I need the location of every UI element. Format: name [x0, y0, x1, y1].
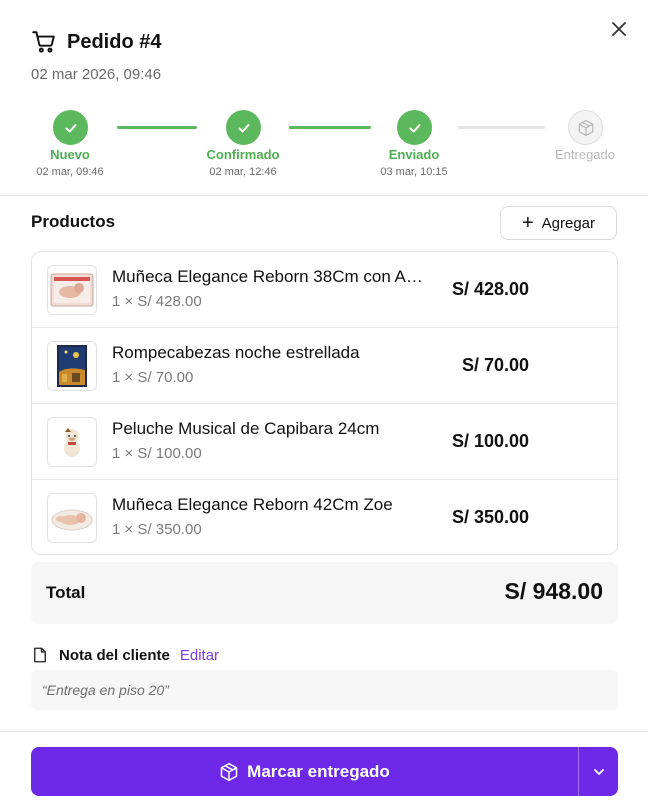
- step-connector: [458, 126, 545, 129]
- step-nuevo-circle: [53, 110, 88, 145]
- step-confirmado-circle: [226, 110, 261, 145]
- product-row[interactable]: Rompecabezas noche estrellada 1 × S/ 70.…: [32, 328, 617, 404]
- step-enviado-circle: [397, 110, 432, 145]
- step-time: 02 mar, 12:46: [209, 166, 277, 178]
- check-icon: [65, 123, 76, 132]
- product-name: Muñeca Elegance Reborn 38Cm con Accesori…: [112, 267, 428, 286]
- step-time: 02 mar, 09:46: [36, 166, 104, 178]
- mark-delivered-label: Marcar entregado: [247, 761, 390, 781]
- modal-header: Pedido #4: [31, 29, 161, 55]
- add-product-button[interactable]: + Agregar: [500, 206, 617, 240]
- doll-icon: [47, 493, 97, 543]
- add-product-label: Agregar: [541, 214, 596, 232]
- note-text: “Entrega en piso 20”: [42, 682, 169, 698]
- total-box: Total S/ 948.00: [31, 562, 618, 624]
- document-icon: [34, 647, 46, 663]
- product-price: S/ 100.00: [451, 431, 529, 451]
- step-time: 03 mar, 10:15: [380, 166, 448, 178]
- step-connector: [117, 126, 197, 129]
- close-icon: [612, 22, 626, 36]
- product-qty: 1 × S/ 70.00: [112, 369, 194, 386]
- more-actions-dropdown[interactable]: [579, 747, 618, 796]
- step-connector: [289, 126, 371, 129]
- product-price: S/ 428.00: [451, 279, 529, 299]
- package-icon: [220, 762, 238, 781]
- step-label: Nuevo: [50, 147, 90, 162]
- product-qty: 1 × S/ 428.00: [112, 293, 202, 310]
- edit-note-link[interactable]: Editar: [180, 647, 219, 664]
- total-value: S/ 948.00: [504, 578, 603, 604]
- order-title: Pedido #4: [67, 30, 162, 53]
- cart-icon: [32, 31, 55, 53]
- products-list: Muñeca Elegance Reborn 38Cm con Accesori…: [31, 251, 618, 555]
- products-title: Productos: [31, 212, 116, 231]
- divider: [0, 195, 648, 196]
- check-icon: [409, 123, 420, 132]
- product-price: S/ 70.00: [461, 355, 529, 375]
- note-box: “Entrega en piso 20”: [31, 670, 618, 710]
- product-qty: 1 × S/ 350.00: [112, 521, 202, 538]
- order-date: 02 mar 2026, 09:46: [31, 66, 162, 83]
- mark-delivered-button[interactable]: Marcar entregado: [31, 747, 578, 796]
- product-row[interactable]: Muñeca Elegance Reborn 38Cm con Accesori…: [32, 252, 617, 328]
- puzzle-icon: [47, 341, 97, 391]
- doll-box-icon: [47, 265, 97, 315]
- note-label: Nota del cliente: [59, 646, 170, 664]
- note-header: Nota del cliente Editar: [31, 646, 219, 664]
- package-icon: [578, 119, 593, 136]
- product-row[interactable]: Muñeca Elegance Reborn 42Cm Zoe 1 × S/ 3…: [32, 480, 617, 554]
- product-name: Rompecabezas noche estrellada: [112, 343, 360, 362]
- close-button[interactable]: [606, 16, 632, 42]
- total-label: Total: [46, 583, 86, 602]
- product-name: Peluche Musical de Capibara 24cm: [112, 419, 380, 438]
- step-label: Entregado: [555, 147, 615, 162]
- plush-icon: [47, 417, 97, 467]
- step-label: Confirmado: [206, 147, 280, 162]
- mark-delivered-split-button: Marcar entregado: [31, 747, 618, 796]
- order-stepper: Nuevo 02 mar, 09:46 Confirmado 02 mar, 1…: [0, 108, 648, 188]
- chevron-down-icon: [593, 768, 604, 775]
- plus-icon: +: [521, 212, 534, 234]
- product-row[interactable]: Peluche Musical de Capibara 24cm 1 × S/ …: [32, 404, 617, 480]
- step-label: Enviado: [388, 147, 440, 162]
- order-modal: Pedido #4 02 mar 2026, 09:46 Nuevo 02 ma…: [0, 0, 648, 808]
- product-price: S/ 350.00: [451, 507, 529, 527]
- product-qty: 1 × S/ 100.00: [112, 445, 202, 462]
- check-icon: [238, 123, 249, 132]
- divider: [0, 731, 648, 732]
- step-entregado-circle: [568, 110, 603, 145]
- product-name: Muñeca Elegance Reborn 42Cm Zoe: [112, 495, 393, 514]
